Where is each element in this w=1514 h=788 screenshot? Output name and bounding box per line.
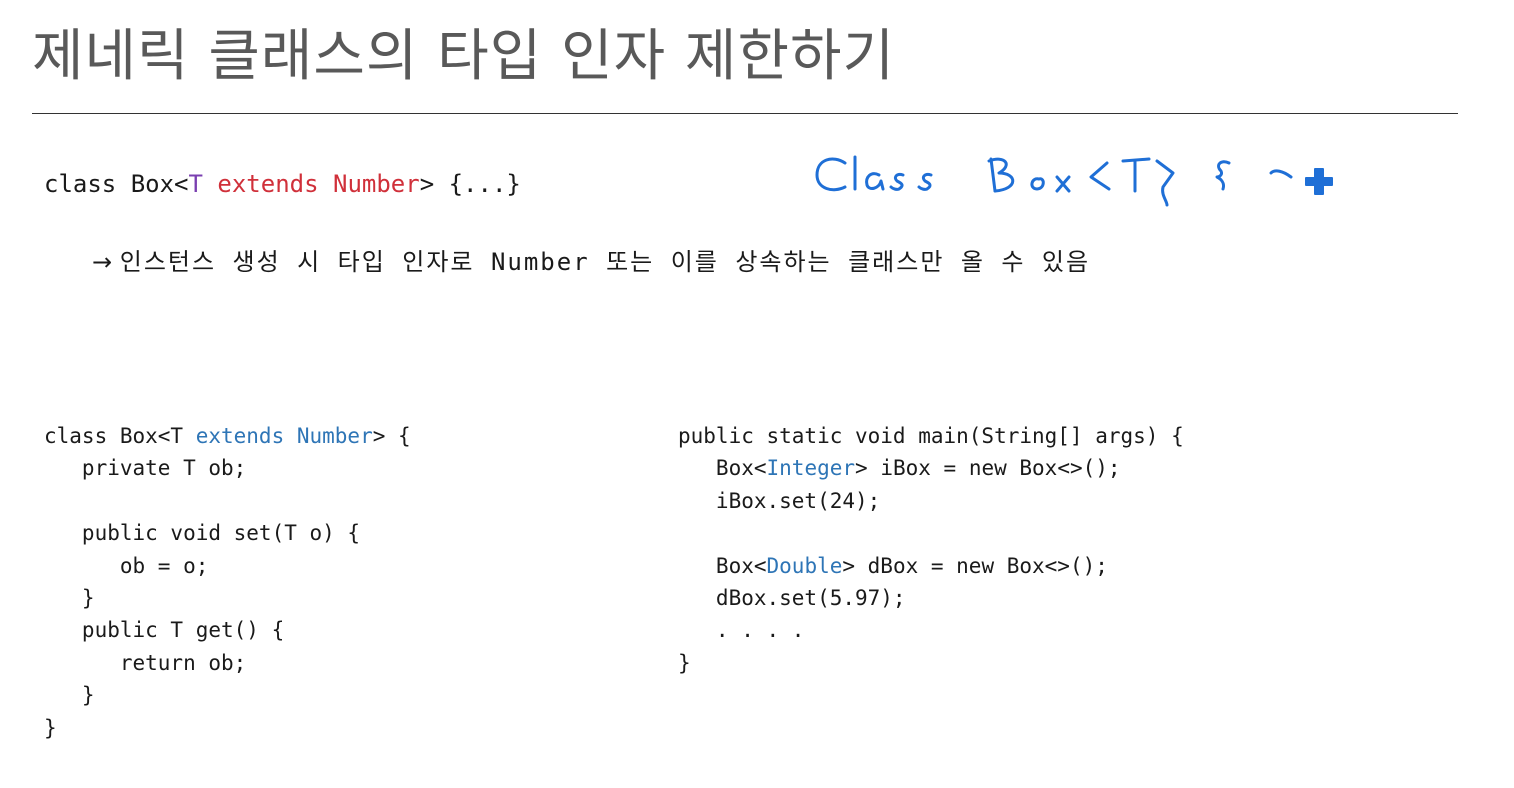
plus-cursor-icon — [1305, 168, 1333, 195]
slide-title: 제네릭 클래스의 타입 인자 제한하기 — [32, 24, 896, 89]
bound-explanation-text: 인스턴스 생성 시 타입 인자로 Number 또는 이를 상속하는 클래스만 … — [119, 248, 1091, 276]
code-line: public T get() { — [44, 618, 285, 643]
arrow-icon: → — [92, 248, 113, 276]
code-line: } — [44, 585, 95, 610]
decl-bound: extends Number — [217, 170, 420, 198]
code-line: } — [678, 650, 691, 675]
code-line: private T ob; — [44, 456, 247, 481]
decl-space — [203, 170, 217, 198]
code-block-main-method: public static void main(String[] args) {… — [678, 420, 1184, 679]
code-line: public void set(T o) { — [44, 521, 361, 546]
code-line: return ob; — [44, 650, 247, 675]
code-line: iBox.set(24); — [678, 488, 881, 513]
code-line: } — [44, 683, 95, 708]
decl-suffix: > {...} — [419, 170, 521, 198]
decl-type-param: T — [188, 170, 203, 198]
code-block-box-class: class Box<T extends Number> { private T … — [44, 420, 411, 744]
code-line: public static void main(String[] args) { — [678, 424, 1184, 448]
code-line: . . . . — [678, 618, 805, 643]
bounded-class-declaration: class Box<T extends Number> {...} — [44, 170, 521, 198]
code-line: } — [44, 715, 57, 740]
title-divider — [32, 113, 1458, 114]
code-line: Box<Integer> iBox = new Box<>(); — [678, 456, 1121, 481]
decl-prefix: class Box< — [44, 170, 189, 198]
code-line: Box<Double> dBox = new Box<>(); — [678, 553, 1108, 578]
code-line: ob = o; — [44, 553, 209, 578]
code-line: class Box<T extends Number> { — [44, 424, 411, 448]
code-line: dBox.set(5.97); — [678, 585, 906, 610]
bound-explanation: → 인스턴스 생성 시 타입 인자로 Number 또는 이를 상속하는 클래스… — [92, 242, 1090, 277]
handwritten-annotation — [815, 155, 1333, 207]
